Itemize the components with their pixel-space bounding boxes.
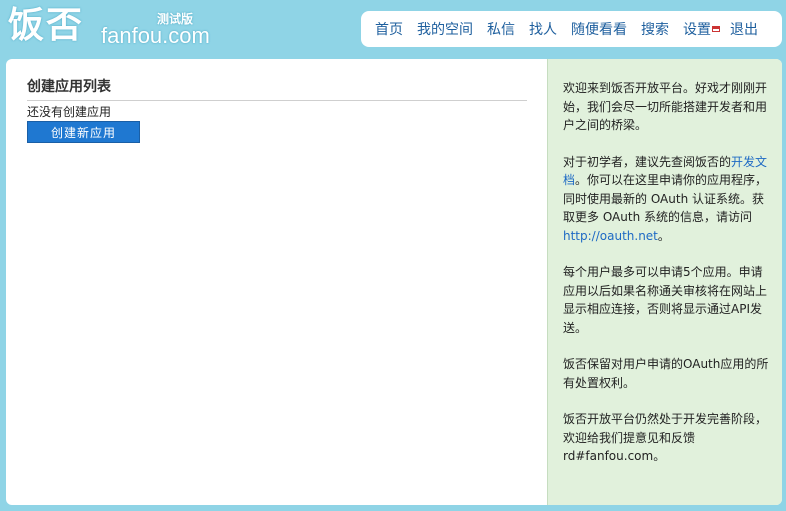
- app-list-content: 创建应用列表 还没有创建应用 创建新应用: [6, 59, 547, 505]
- docs-text-middle: 。你可以在这里申请你的应用程序，同时使用最新的 OAuth 认证系统。获取更多 …: [563, 173, 768, 224]
- logo-text-en: fanfou.com: [101, 23, 210, 48]
- nav-messages[interactable]: 私信: [487, 19, 515, 39]
- nav-settings[interactable]: 设置: [683, 19, 720, 39]
- sidebar: 欢迎来到饭否开放平台。好戏才刚刚开始，我们会尽一切所能搭建开发者和用户之间的桥梁…: [547, 59, 782, 505]
- nav-my-space[interactable]: 我的空间: [417, 19, 473, 39]
- empty-state-text: 还没有创建应用: [27, 105, 112, 119]
- sidebar-docs-paragraph: 对于初学者，建议先查阅饭否的开发文档。你可以在这里申请你的应用程序，同时使用最新…: [563, 153, 770, 246]
- docs-text-before: 对于初学者，建议先查阅饭否的: [563, 154, 732, 169]
- logo-text-cn: 饭否: [8, 5, 85, 46]
- nav-browse[interactable]: 随便看看: [571, 19, 627, 39]
- sidebar-feedback-paragraph: 饭否开放平台仍然处于开发完善阶段，欢迎给我们提意见和反馈 rd#fanfou.c…: [563, 412, 768, 463]
- sidebar-intro: 欢迎来到饭否开放平台。好戏才刚刚开始，我们会尽一切所能搭建开发者和用户之间的桥梁…: [563, 81, 768, 132]
- sidebar-limit-paragraph: 每个用户最多可以申请5个应用。申请应用以后如果名称通关审核将在网站上显示相应连接…: [563, 265, 768, 335]
- create-app-button[interactable]: 创建新应用: [27, 121, 140, 143]
- docs-text-after: 。: [657, 228, 670, 243]
- top-nav: 首页 我的空间 私信 找人 随便看看 搜索 设置 退出: [361, 11, 782, 47]
- page-title: 创建应用列表: [27, 77, 527, 101]
- nav-logout[interactable]: 退出: [730, 19, 758, 39]
- fanfou-logo[interactable]: 饭否 fanfou.com 测试版: [8, 4, 210, 50]
- oauth-net-link[interactable]: http://oauth.net: [563, 229, 658, 243]
- nav-search[interactable]: 搜索: [641, 19, 669, 39]
- flag-icon: [712, 26, 720, 32]
- header: 饭否 fanfou.com 测试版 首页 我的空间 私信 找人 随便看看 搜索 …: [0, 0, 786, 55]
- nav-home[interactable]: 首页: [375, 19, 403, 39]
- beta-badge: 测试版: [157, 12, 194, 26]
- nav-find-people[interactable]: 找人: [529, 19, 557, 39]
- nav-settings-label: 设置: [683, 22, 711, 38]
- main-panel: 创建应用列表 还没有创建应用 创建新应用 欢迎来到饭否开放平台。好戏才刚刚开始，…: [6, 59, 782, 505]
- sidebar-rights-paragraph: 饭否保留对用户申请的OAuth应用的所有处置权利。: [563, 357, 769, 390]
